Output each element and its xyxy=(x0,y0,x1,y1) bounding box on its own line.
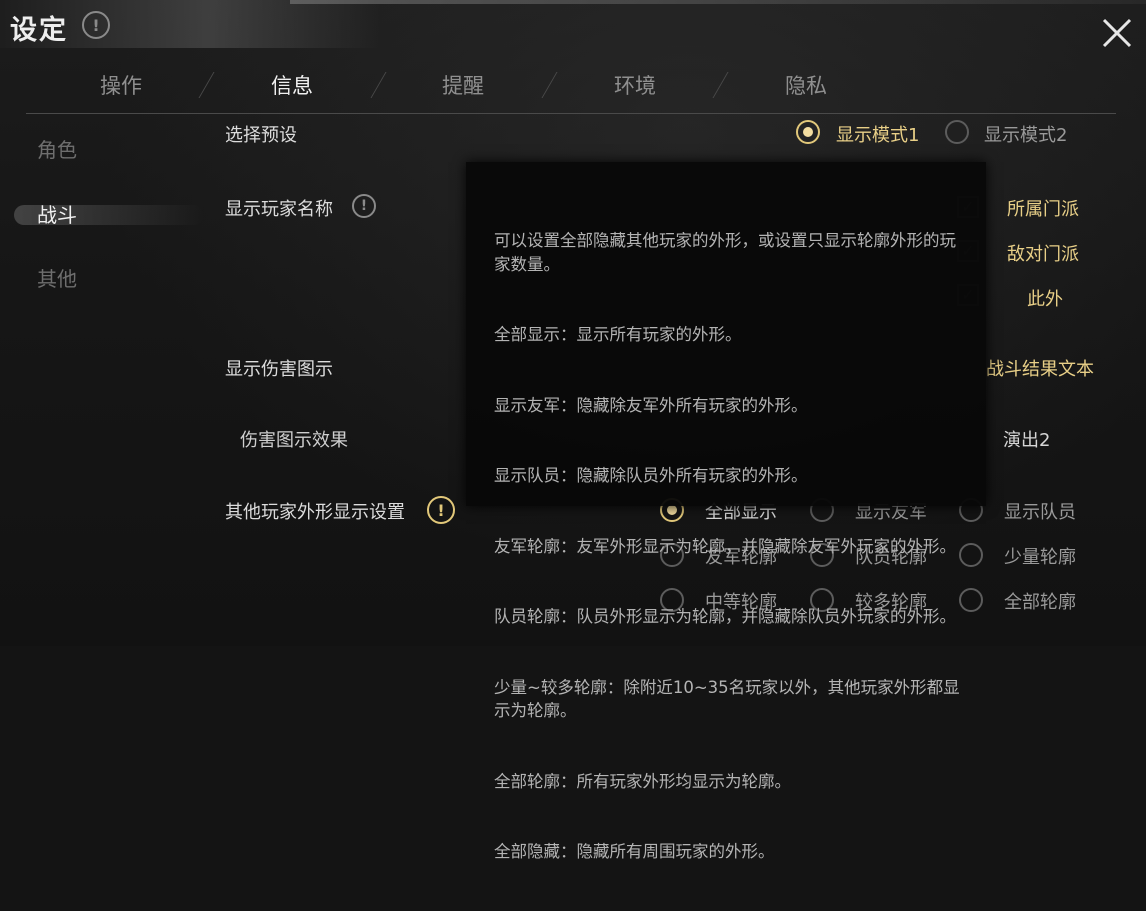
battle-result-text-label[interactable]: 战斗结果文本 xyxy=(986,355,1094,381)
damage-effect-label: 伤害图示效果 xyxy=(240,430,348,451)
performance2-label[interactable]: 演出2 xyxy=(1003,426,1050,452)
appearance-tooltip: 可以设置全部隐藏其他玩家的外形，或设置只显示轮廓外形的玩家数量。 全部显示：显示… xyxy=(466,162,986,861)
tooltip-line: 少量~较多轮廓：除附近10~35名玩家以外，其他玩家外形都显示为轮廓。 xyxy=(494,677,960,721)
tooltip-text: 可以设置全部隐藏其他玩家的外形，或设置只显示轮廓外形的玩家数量。 全部显示：显示… xyxy=(494,182,970,911)
top-banner-strip xyxy=(290,0,1146,4)
preset-mode1-radio[interactable] xyxy=(796,120,820,144)
tooltip-line: 显示队员：隐藏除队员外所有玩家的外形。 xyxy=(494,466,808,485)
tooltip-line: 可以设置全部隐藏其他玩家的外形，或设置只显示轮廓外形的玩家数量。 xyxy=(494,231,956,274)
tab-environment[interactable]: 环境 xyxy=(614,70,656,100)
tooltip-line: 队员轮廓：队员外形显示为轮廓，并隐藏除队员外玩家的外形。 xyxy=(494,607,956,626)
preset-label: 选择预设 xyxy=(225,125,297,146)
tab-divider xyxy=(198,72,215,98)
preset-mode2-radio[interactable] xyxy=(945,120,969,144)
tooltip-line: 显示友军：隐藏除友军外所有玩家的外形。 xyxy=(494,395,808,415)
tab-reminder[interactable]: 提醒 xyxy=(442,70,484,100)
appearance-option-label[interactable]: 显示队员 xyxy=(1004,498,1076,524)
sidebar-item-combat[interactable]: 战斗 xyxy=(37,199,77,228)
enemy-faction-label[interactable]: 敌对门派 xyxy=(1007,240,1079,266)
tab-info[interactable]: 信息 xyxy=(271,70,313,100)
preset-mode1-label[interactable]: 显示模式1 xyxy=(836,121,919,147)
tab-bar: 操作 信息 提醒 环境 隐私 xyxy=(26,58,1116,112)
tooltip-line: 全部隐藏：隐藏所有周围玩家的外形。 xyxy=(494,842,775,861)
tab-operation[interactable]: 操作 xyxy=(100,70,142,100)
appearance-warning-icon[interactable]: ! xyxy=(427,496,455,524)
tab-divider xyxy=(370,72,387,98)
player-name-info-icon[interactable]: ! xyxy=(352,194,376,218)
others-label[interactable]: 此外 xyxy=(1027,285,1063,311)
sidebar-item-other[interactable]: 其他 xyxy=(37,263,77,292)
own-faction-label[interactable]: 所属门派 xyxy=(1007,195,1079,221)
appearance-option-label[interactable]: 少量轮廓 xyxy=(1004,543,1076,569)
appearance-label: 其他玩家外形显示设置 xyxy=(225,502,405,523)
damage-display-label: 显示伤害图示 xyxy=(225,359,333,380)
window-title: 设定 xyxy=(10,15,68,46)
sidebar-item-character[interactable]: 角色 xyxy=(37,134,77,163)
info-icon[interactable]: ! xyxy=(82,11,110,39)
appearance-option-label[interactable]: 全部轮廓 xyxy=(1004,588,1076,614)
tooltip-line: 全部显示：显示所有玩家的外形。 xyxy=(494,325,742,344)
tooltip-line: 友军轮廓：友军外形显示为轮廓，并隐藏除友军外玩家的外形。 xyxy=(494,536,956,556)
tooltip-line: 全部轮廓：所有玩家外形均显示为轮廓。 xyxy=(494,771,791,791)
close-icon xyxy=(1102,18,1132,48)
player-name-label: 显示玩家名称 xyxy=(225,199,333,220)
tab-privacy[interactable]: 隐私 xyxy=(785,70,827,100)
preset-mode2-label[interactable]: 显示模式2 xyxy=(984,121,1067,147)
close-button[interactable] xyxy=(1098,14,1136,52)
tab-divider xyxy=(712,72,729,98)
tab-underline xyxy=(26,113,1116,114)
tab-divider xyxy=(541,72,558,98)
